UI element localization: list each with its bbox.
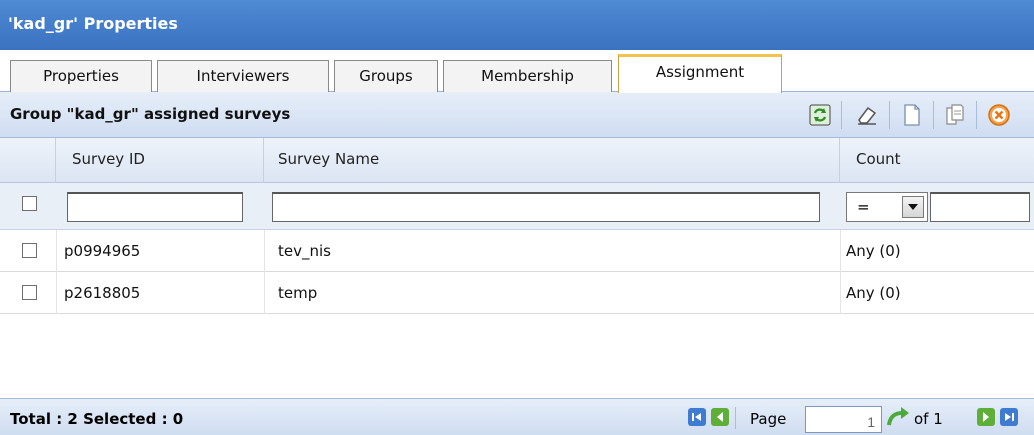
window-title: 'kad_gr' Properties: [0, 0, 1034, 50]
column-divider: [56, 230, 57, 272]
survey-name-cell: tev_nis: [278, 242, 331, 260]
column-divider: [264, 230, 265, 272]
first-page-button[interactable]: [688, 408, 706, 426]
toolbar-separator: [976, 101, 977, 129]
row-checkbox[interactable]: [22, 243, 37, 258]
page-number-input[interactable]: [805, 406, 882, 433]
table-row[interactable]: p2618805 temp Any (0): [0, 272, 1034, 314]
next-page-icon: [983, 412, 989, 422]
survey-name-cell: temp: [278, 284, 318, 302]
tab-properties[interactable]: Properties: [10, 60, 152, 92]
header-select-column: [0, 138, 56, 183]
pager-separator: [735, 407, 736, 429]
first-page-icon: [692, 413, 701, 421]
selection-summary: Total : 2 Selected : 0: [10, 410, 184, 428]
column-divider: [56, 272, 57, 314]
go-arrow-icon: [887, 407, 909, 426]
go-to-page-button[interactable]: [886, 405, 910, 433]
tab-interviewers[interactable]: Interviewers: [157, 60, 329, 92]
last-page-button[interactable]: [1000, 408, 1018, 426]
count-operator-select[interactable]: =: [846, 192, 928, 222]
survey-id-cell: p2618805: [64, 284, 141, 302]
toolbar-separator: [841, 101, 842, 129]
eraser-icon: [858, 106, 877, 125]
chevron-down-icon: [902, 196, 924, 218]
next-page-button[interactable]: [977, 408, 995, 426]
grid-footer: Total : 2 Selected : 0 Page of 1: [0, 398, 1034, 435]
grid-header: Survey ID Survey Name Count: [0, 138, 1034, 183]
select-all-checkbox[interactable]: [22, 196, 37, 211]
count-cell: Any (0): [846, 242, 901, 260]
count-cell: Any (0): [846, 284, 901, 302]
clear-filter-button[interactable]: [853, 101, 881, 129]
refresh-button[interactable]: [806, 101, 834, 129]
toolbar-separator: [933, 101, 934, 129]
grid-caption: Group "kad_gr" assigned surveys: [10, 105, 291, 123]
table-row[interactable]: p0994965 tev_nis Any (0): [0, 230, 1034, 272]
grid-toolbar: Group "kad_gr" assigned surveys: [0, 92, 1034, 138]
copy-button[interactable]: [941, 101, 969, 129]
column-divider: [264, 272, 265, 314]
tab-strip: Properties Interviewers Groups Membershi…: [0, 50, 1034, 93]
refresh-icon: [809, 104, 831, 126]
toolbar-separator: [889, 101, 890, 129]
header-survey-name[interactable]: Survey Name: [264, 138, 840, 183]
count-operator-value: =: [857, 198, 870, 216]
header-count[interactable]: Count: [840, 138, 1034, 183]
copy-document-icon: [946, 104, 964, 125]
delete-button[interactable]: [985, 101, 1013, 129]
tab-assignment[interactable]: Assignment: [618, 54, 782, 93]
previous-page-button[interactable]: [711, 408, 729, 426]
delete-icon: [988, 104, 1010, 126]
count-value-filter-input[interactable]: [930, 192, 1030, 222]
survey-id-cell: p0994965: [64, 242, 141, 260]
survey-id-filter-input[interactable]: [67, 192, 243, 222]
new-button[interactable]: [898, 101, 926, 129]
previous-page-icon: [717, 412, 723, 422]
row-checkbox[interactable]: [22, 285, 37, 300]
column-divider: [840, 230, 841, 272]
page-count-label: of 1: [914, 410, 943, 428]
filter-row: =: [0, 183, 1034, 230]
survey-name-filter-input[interactable]: [272, 192, 820, 222]
tab-groups[interactable]: Groups: [334, 60, 438, 92]
column-divider: [840, 272, 841, 314]
page-label: Page: [750, 410, 787, 428]
last-page-icon: [1005, 413, 1014, 421]
new-document-icon: [904, 104, 920, 126]
header-survey-id[interactable]: Survey ID: [56, 138, 264, 183]
tab-membership[interactable]: Membership: [443, 60, 612, 92]
